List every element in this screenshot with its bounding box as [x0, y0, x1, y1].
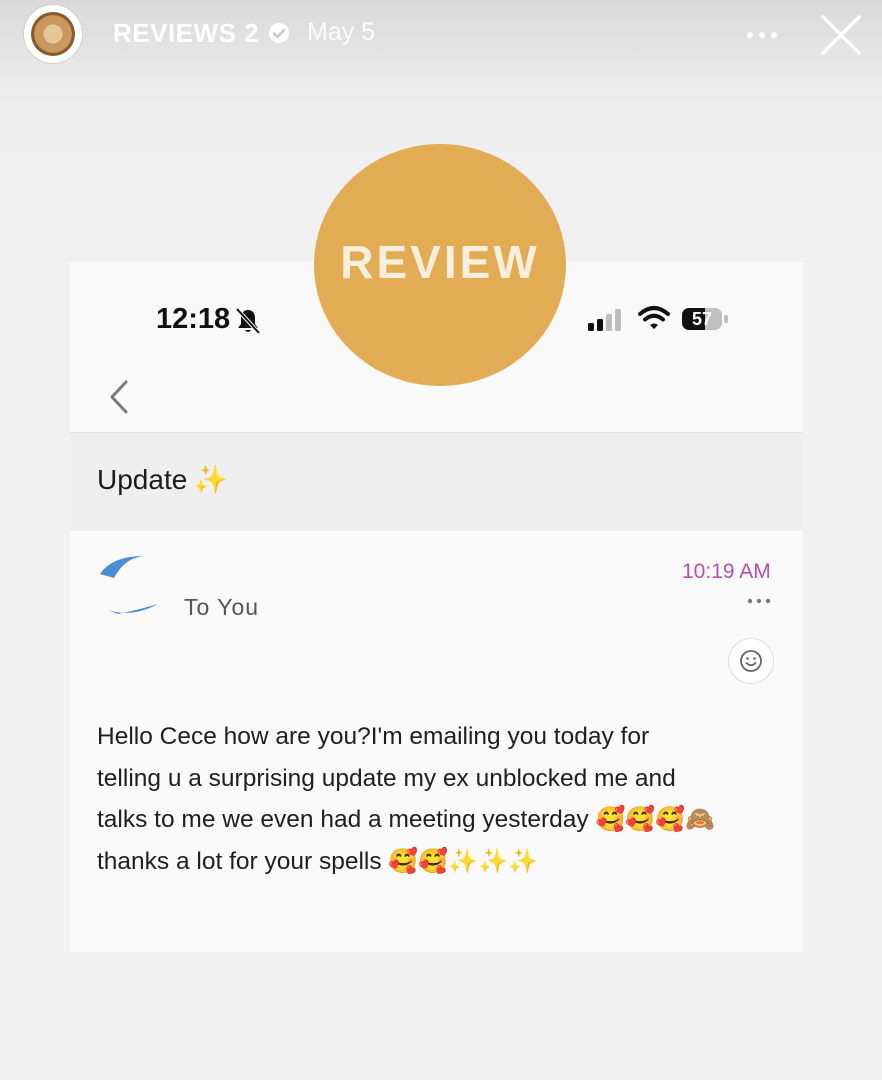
email-subject-bar: Update ✨: [70, 432, 803, 531]
more-horizontal-icon[interactable]: [744, 22, 780, 48]
email-recipient: To You: [184, 594, 260, 620]
bottom-area: [70, 952, 803, 1080]
emoji-group: 🥰🥰🥰🙈: [595, 806, 715, 833]
emoji-group: 🥰🥰: [388, 847, 449, 875]
close-icon[interactable]: [818, 12, 864, 58]
email-more-icon[interactable]: [746, 594, 772, 608]
review-badge-text: REVIEW: [340, 236, 540, 288]
smiley-icon: [740, 650, 762, 672]
cellular-signal-icon: [588, 309, 621, 331]
email-subject: Update ✨: [97, 464, 229, 495]
account-name[interactable]: REVIEWS 2: [113, 18, 259, 49]
message-line: talks to me we even had a meeting yester…: [97, 806, 715, 833]
back-chevron-icon[interactable]: [104, 378, 132, 416]
sender-avatar[interactable]: [98, 552, 164, 622]
bell-muted-icon: [235, 307, 261, 335]
battery-percentage: 57: [691, 308, 713, 329]
message-line: Hello Cece how are you?I'm emailing you …: [97, 723, 650, 750]
avatar-image: [31, 12, 75, 56]
email-message-body: Hello Cece how are you?I'm emailing you …: [97, 716, 787, 882]
account-avatar[interactable]: [24, 5, 82, 63]
email-timestamp: 10:19 AM: [682, 560, 771, 583]
sparkles-icon: ✨✨✨: [448, 847, 538, 875]
add-reaction-button[interactable]: [728, 638, 774, 684]
phone-status-time: 12:18: [156, 303, 231, 335]
story-date: May 5: [307, 18, 376, 46]
sparkles-icon: ✨: [193, 464, 229, 495]
message-line: telling u a surprising update my ex unbl…: [97, 764, 676, 792]
story-header: REVIEWS 2 May 5: [0, 0, 882, 70]
battery-indicator: 57: [682, 306, 728, 332]
verified-badge-icon: [269, 23, 289, 43]
wifi-icon: [638, 306, 670, 329]
review-badge: REVIEW: [314, 144, 566, 386]
message-line: thanks a lot for your spells 🥰🥰✨✨✨: [97, 847, 538, 875]
